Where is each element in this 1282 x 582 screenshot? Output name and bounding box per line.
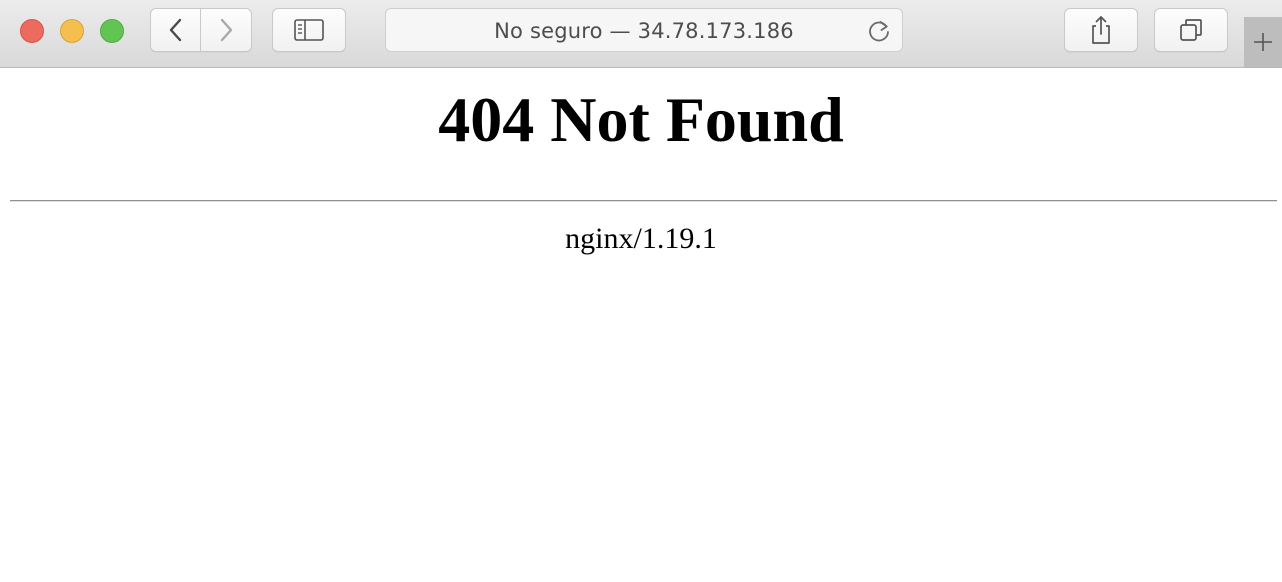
share-icon [1092,16,1110,44]
maximize-window-button[interactable] [100,19,124,43]
page-content: 404 Not Found nginx/1.19.1 [0,68,1282,582]
chevron-right-icon [220,18,233,42]
chevron-left-icon [169,18,181,42]
reload-icon[interactable] [866,18,892,44]
forward-button[interactable] [201,8,252,52]
tab-overview-button[interactable] [1154,8,1228,52]
back-button[interactable] [150,8,201,52]
server-signature: nginx/1.19.1 [565,222,717,255]
address-text: No seguro — 34.78.173.186 [494,19,794,43]
close-window-button[interactable] [20,19,44,43]
sidebar-icon [294,19,324,41]
sidebar-toggle-button[interactable] [272,8,346,52]
plus-icon [1254,33,1272,51]
tabs-overview-icon [1180,19,1202,41]
browser-window: No seguro — 34.78.173.186 404 Not Found … [0,0,1282,582]
minimize-window-button[interactable] [60,19,84,43]
share-button[interactable] [1064,8,1138,52]
divider [10,200,1277,202]
page-title: 404 Not Found [438,84,844,155]
browser-toolbar: No seguro — 34.78.173.186 [0,0,1282,68]
new-tab-button[interactable] [1244,17,1282,67]
address-bar[interactable]: No seguro — 34.78.173.186 [385,8,903,52]
